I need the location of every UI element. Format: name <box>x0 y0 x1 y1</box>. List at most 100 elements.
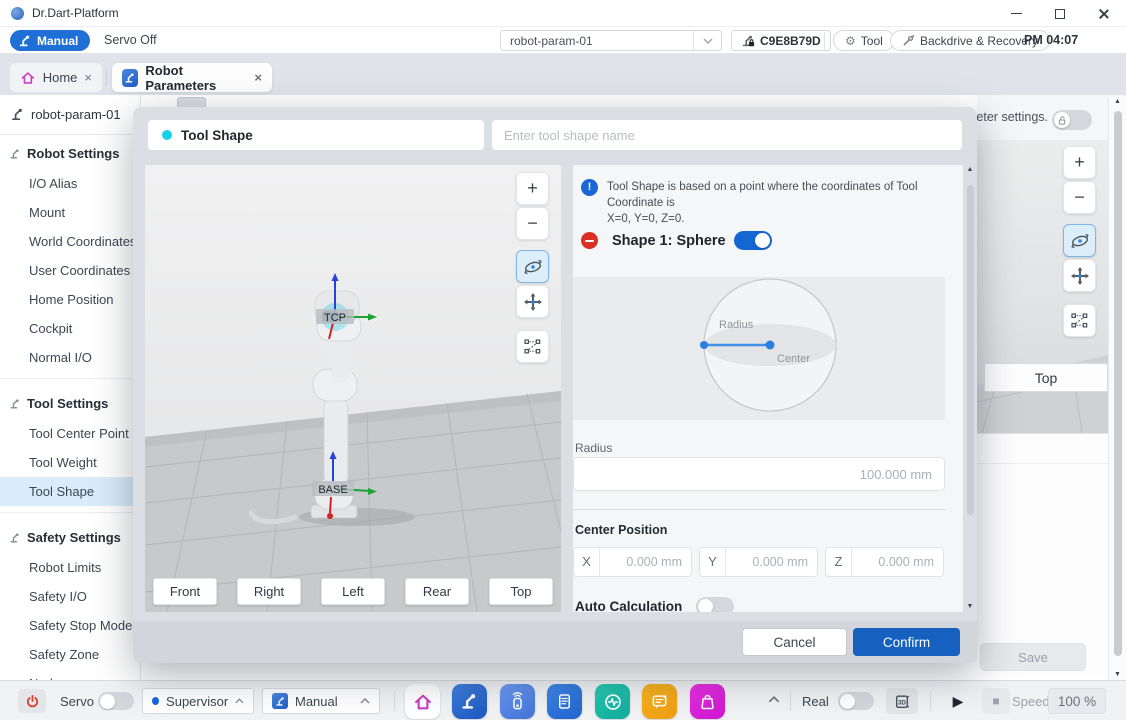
view-top-button[interactable]: Top <box>489 578 553 605</box>
sidebar-item-safety-stop-modes[interactable]: Safety Stop Modes <box>0 611 140 640</box>
section-robot-settings[interactable]: Robot Settings <box>0 135 140 169</box>
scrollbar-thumb[interactable] <box>1114 111 1122 656</box>
scroll-down-icon[interactable]: ▼ <box>967 602 974 612</box>
param-file-select[interactable]: robot-param-01 <box>500 30 722 51</box>
robot-icon <box>9 398 21 410</box>
tab-robot-parameters-close-icon[interactable]: × <box>254 71 262 84</box>
center-x-input[interactable] <box>600 555 691 569</box>
app-monitoring-icon[interactable] <box>595 684 630 719</box>
simulation-view-button[interactable]: 3D <box>886 688 918 714</box>
section-tool-settings[interactable]: Tool Settings <box>0 385 140 419</box>
app-jog-icon[interactable] <box>500 684 535 719</box>
real-label: Real <box>802 694 829 709</box>
radius-input[interactable] <box>573 457 945 491</box>
view-right-button[interactable]: Right <box>237 578 301 605</box>
center-position-label: Center Position <box>575 523 667 537</box>
application-window: Dr.Dart-Platform Manual Servo Off robot-… <box>0 0 1126 720</box>
servo-toggle[interactable] <box>98 692 134 710</box>
info-icon <box>581 179 598 196</box>
tab-home-close-icon[interactable]: × <box>84 71 92 84</box>
center-x-field[interactable]: X <box>573 547 692 577</box>
zoom-in-button[interactable]: + <box>1063 146 1096 179</box>
scrollbar-thumb[interactable] <box>967 185 974 515</box>
sidebar-item-normal-io[interactable]: Normal I/O <box>0 343 140 372</box>
sidebar-item-io-alias[interactable]: I/O Alias <box>0 169 140 198</box>
speed-value[interactable]: 100 % <box>1048 688 1106 714</box>
sidebar-item-tool-center-point[interactable]: Tool Center Point <box>0 419 140 448</box>
app-home-icon[interactable] <box>405 684 440 719</box>
robot-3d-viewer[interactable]: BASE TCP + − <box>145 165 561 612</box>
play-button[interactable]: ▶ <box>944 688 972 714</box>
center-y-input[interactable] <box>726 555 817 569</box>
bottom-bar-divider <box>394 691 395 711</box>
panel-scrollbar[interactable]: ▲ ▼ <box>963 165 977 612</box>
auto-calculation-toggle[interactable] <box>696 597 734 612</box>
zoom-out-button[interactable]: − <box>516 207 549 240</box>
page-scrollbar[interactable]: ▲ ▼ <box>1108 97 1126 680</box>
maximize-button[interactable] <box>1038 0 1082 27</box>
center-z-input[interactable] <box>852 555 943 569</box>
view-left-button[interactable]: Left <box>321 578 385 605</box>
sidebar-item-tool-weight[interactable]: Tool Weight <box>0 448 140 477</box>
sidebar-item-mount[interactable]: Mount <box>0 198 140 227</box>
center-z-field[interactable]: Z <box>825 547 944 577</box>
shape-enabled-toggle[interactable] <box>734 231 772 250</box>
remove-shape-icon[interactable] <box>581 232 598 249</box>
background-top-view-button[interactable]: Top <box>984 363 1108 392</box>
tool-button[interactable]: Tool <box>833 30 895 51</box>
tool-shape-name-input[interactable] <box>492 120 962 150</box>
dock-expand-icon[interactable] <box>768 694 780 706</box>
scroll-up-icon[interactable]: ▲ <box>1114 97 1121 107</box>
sidebar-item-home-position[interactable]: Home Position <box>0 285 140 314</box>
cancel-button[interactable]: Cancel <box>742 628 847 656</box>
center-y-field[interactable]: Y <box>699 547 818 577</box>
tab-robot-parameters[interactable]: Robot Parameters × <box>112 63 272 92</box>
minimize-button[interactable] <box>994 0 1038 27</box>
title-bar: Dr.Dart-Platform <box>0 0 1126 27</box>
sidebar-item-safety-zone[interactable]: Safety Zone <box>0 640 140 669</box>
role-select[interactable]: Supervisor <box>142 688 254 714</box>
scrollbar-track[interactable] <box>967 175 974 602</box>
tab-home[interactable]: Home × <box>10 63 102 92</box>
stop-button[interactable]: ■ <box>982 688 1010 714</box>
pan-button[interactable] <box>516 285 549 318</box>
section-safety-settings[interactable]: Safety Settings <box>0 519 140 553</box>
mode-select[interactable]: Manual <box>262 688 380 714</box>
view-rear-button[interactable]: Rear <box>405 578 469 605</box>
scroll-up-icon[interactable]: ▲ <box>967 165 974 175</box>
sidebar-item-world-coordinates[interactable]: World Coordinates <box>0 227 140 256</box>
zoom-in-button[interactable]: + <box>516 172 549 205</box>
app-message-icon[interactable] <box>642 684 677 719</box>
real-toggle[interactable] <box>838 692 874 710</box>
close-button[interactable] <box>1082 0 1126 27</box>
sidebar-item-user-coordinates[interactable]: User Coordinates <box>0 256 140 285</box>
scroll-down-icon[interactable]: ▼ <box>1114 670 1121 680</box>
base-label: BASE <box>318 484 347 496</box>
app-robot-parameters-icon[interactable] <box>452 684 487 719</box>
confirm-button[interactable]: Confirm <box>853 628 960 656</box>
power-button[interactable] <box>18 689 46 713</box>
sidebar-item-tool-shape[interactable]: Tool Shape <box>0 477 140 506</box>
orbit-button[interactable] <box>1063 224 1096 257</box>
sidebar-param-header[interactable]: robot-param-01 <box>0 95 140 135</box>
sidebar-item-safety-io[interactable]: Safety I/O <box>0 582 140 611</box>
app-logo-icon <box>11 7 24 20</box>
sidebar-item-robot-limits[interactable]: Robot Limits <box>0 553 140 582</box>
device-id-badge[interactable]: C9E8B79D <box>731 30 831 51</box>
sidebar-item-cockpit[interactable]: Cockpit <box>0 314 140 343</box>
save-button[interactable]: Save <box>980 643 1086 671</box>
pan-button[interactable] <box>1063 259 1096 292</box>
scrollbar-track[interactable] <box>1114 107 1122 670</box>
zoom-out-button[interactable]: − <box>1063 181 1096 214</box>
measure-button[interactable] <box>1063 304 1096 337</box>
manual-mode-button[interactable]: Manual <box>10 30 90 51</box>
view-front-button[interactable]: Front <box>153 578 217 605</box>
param-file-value: robot-param-01 <box>501 34 693 48</box>
measure-button[interactable] <box>516 330 549 363</box>
app-task-editor-icon[interactable] <box>547 684 582 719</box>
orbit-button[interactable] <box>516 250 549 283</box>
lock-toggle[interactable] <box>1052 110 1092 130</box>
power-icon <box>25 694 40 709</box>
app-store-icon[interactable] <box>690 684 725 719</box>
robot-scene: BASE TCP <box>145 165 561 612</box>
